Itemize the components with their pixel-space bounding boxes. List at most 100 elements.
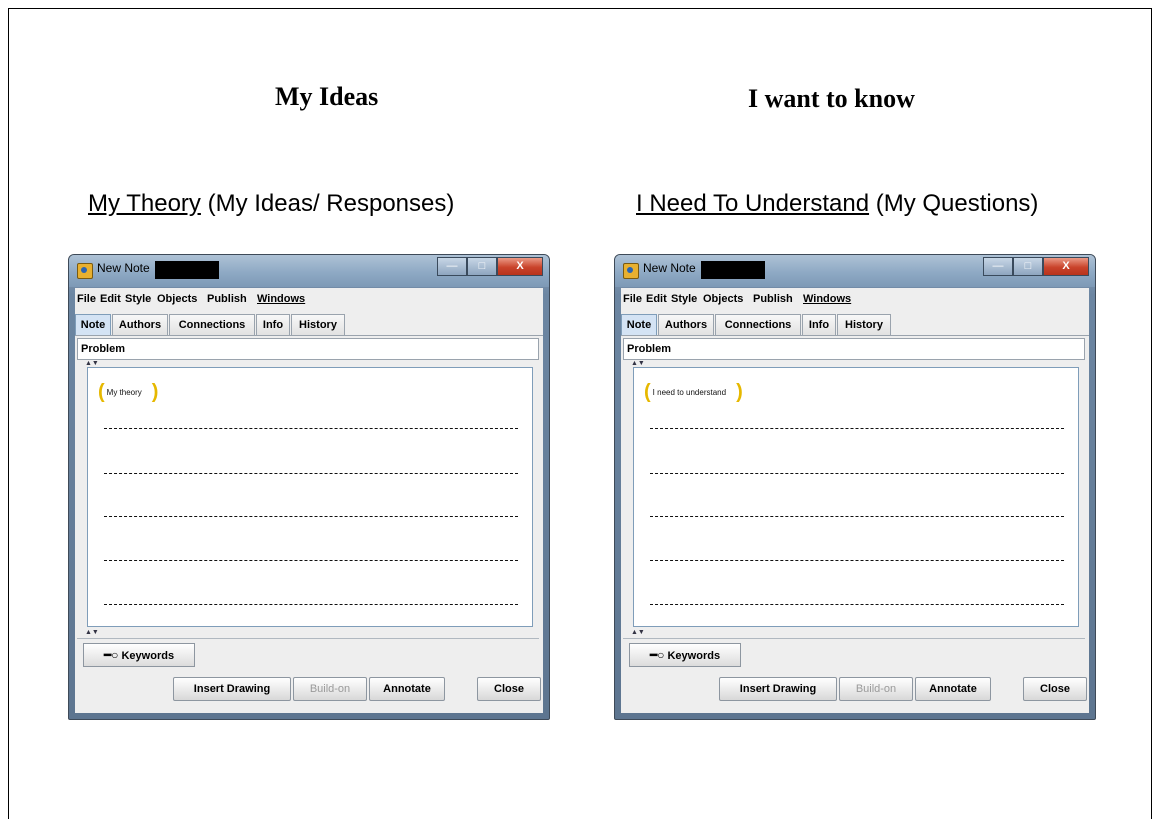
dashed-line (650, 560, 1064, 561)
java-cup-icon (623, 263, 639, 279)
note-window-i-need-to-understand: New Note — □ X File Edit Style Objects P… (614, 254, 1096, 720)
window-controls: — □ X (983, 257, 1089, 277)
insert-drawing-button[interactable]: Insert Drawing (173, 677, 291, 701)
scaffold-close-brace-icon: ) (151, 381, 159, 403)
dashed-line (104, 604, 518, 605)
close-icon[interactable]: X (1043, 257, 1089, 276)
problem-field[interactable]: Problem (77, 338, 539, 360)
heading-my-ideas: My Ideas (275, 82, 379, 111)
minimize-icon[interactable]: — (983, 257, 1013, 276)
problem-label: Problem (627, 343, 672, 355)
dashed-line (650, 604, 1064, 605)
problem-field[interactable]: Problem (623, 338, 1085, 360)
tab-note[interactable]: Note (75, 314, 111, 336)
window-title: New Note (643, 261, 696, 275)
note-body[interactable]: ( I need to understand ) (633, 367, 1079, 627)
dashed-line (104, 516, 518, 517)
window-controls: — □ X (437, 257, 543, 277)
redacted-name (701, 261, 765, 279)
window-client: File Edit Style Objects Publish Windows … (621, 288, 1089, 713)
close-button[interactable]: Close (1023, 677, 1087, 701)
annotate-button[interactable]: Annotate (369, 677, 445, 701)
tab-history[interactable]: History (837, 314, 891, 336)
window-client: File Edit Style Objects Publish Windows … (75, 288, 543, 713)
menu-publish[interactable]: Publish (753, 293, 793, 305)
tab-connections[interactable]: Connections (169, 314, 255, 336)
menu-style[interactable]: Style (671, 293, 697, 305)
menu-objects[interactable]: Objects (703, 293, 743, 305)
maximize-icon[interactable]: □ (467, 257, 497, 276)
build-on-button: Build-on (839, 677, 913, 701)
minimize-icon[interactable]: — (437, 257, 467, 276)
title-bar[interactable]: New Note — □ X (615, 255, 1095, 287)
insert-drawing-button[interactable]: Insert Drawing (719, 677, 837, 701)
keywords-label: Keywords (121, 650, 175, 662)
tab-divider (75, 335, 543, 336)
key-icon: ━○ (649, 648, 665, 662)
menu-windows[interactable]: Windows (257, 293, 305, 305)
java-cup-icon (77, 263, 93, 279)
title-bar[interactable]: New Note — □ X (69, 255, 549, 287)
scaffold-tag[interactable]: ( I need to understand ) (644, 382, 743, 402)
problem-label: Problem (81, 343, 126, 355)
scaffold-label: My theory (106, 387, 142, 397)
subheading-underlined: I Need To Understand (636, 190, 870, 217)
tab-connections[interactable]: Connections (715, 314, 801, 336)
scaffold-tag[interactable]: ( My theory ) (98, 382, 158, 402)
close-icon[interactable]: X (497, 257, 543, 276)
splitter-arrows-icon[interactable]: ▲▼ (631, 629, 645, 636)
tab-note[interactable]: Note (621, 314, 657, 336)
keywords-button[interactable]: ━○ Keywords (629, 643, 741, 667)
menu-edit[interactable]: Edit (646, 293, 667, 305)
heading-i-want-to-know: I want to know (748, 84, 915, 113)
keywords-panel: ━○ Keywords (77, 638, 539, 667)
build-on-button: Build-on (293, 677, 367, 701)
note-window-my-theory: New Note — □ X File Edit Style Objects P… (68, 254, 550, 720)
keywords-label: Keywords (667, 650, 721, 662)
note-body[interactable]: ( My theory ) (87, 367, 533, 627)
menu-objects[interactable]: Objects (157, 293, 197, 305)
subheading-my-theory: My Theory (My Ideas/ Responses) (88, 190, 454, 218)
tab-authors[interactable]: Authors (112, 314, 168, 336)
dashed-line (650, 516, 1064, 517)
tab-authors[interactable]: Authors (658, 314, 714, 336)
menu-windows[interactable]: Windows (803, 293, 851, 305)
scaffold-close-brace-icon: ) (736, 381, 743, 403)
tab-info[interactable]: Info (802, 314, 836, 336)
subheading-rest: (My Questions) (869, 190, 1039, 217)
annotate-button[interactable]: Annotate (915, 677, 991, 701)
tab-history[interactable]: History (291, 314, 345, 336)
scaffold-open-brace-icon: ( (644, 381, 651, 403)
splitter-arrows-icon[interactable]: ▲▼ (85, 360, 99, 367)
dashed-line (650, 428, 1064, 429)
tab-strip: Note Authors Connections Info History (75, 314, 543, 336)
button-row: Insert Drawing Build-on Annotate Close (621, 665, 1089, 713)
dashed-line (104, 473, 518, 474)
menu-edit[interactable]: Edit (100, 293, 121, 305)
scaffold-label: I need to understand (652, 387, 727, 397)
subheading-underlined: My Theory (88, 190, 201, 217)
keywords-button[interactable]: ━○ Keywords (83, 643, 195, 667)
menu-bar: File Edit Style Objects Publish Windows (75, 288, 543, 310)
splitter-arrows-icon[interactable]: ▲▼ (85, 629, 99, 636)
menu-style[interactable]: Style (125, 293, 151, 305)
scaffold-open-brace-icon: ( (98, 381, 105, 403)
tab-strip: Note Authors Connections Info History (621, 314, 1089, 336)
menu-publish[interactable]: Publish (207, 293, 247, 305)
subheading-rest: (My Ideas/ Responses) (200, 190, 455, 217)
redacted-name (155, 261, 219, 279)
key-icon: ━○ (103, 648, 119, 662)
window-title: New Note (97, 261, 150, 275)
tab-divider (621, 335, 1089, 336)
maximize-icon[interactable]: □ (1013, 257, 1043, 276)
tab-info[interactable]: Info (256, 314, 290, 336)
dashed-line (104, 428, 518, 429)
dashed-line (650, 473, 1064, 474)
menu-bar: File Edit Style Objects Publish Windows (621, 288, 1089, 310)
button-row: Insert Drawing Build-on Annotate Close (75, 665, 543, 713)
menu-file[interactable]: File (623, 293, 642, 305)
close-button[interactable]: Close (477, 677, 541, 701)
menu-file[interactable]: File (77, 293, 96, 305)
splitter-arrows-icon[interactable]: ▲▼ (631, 360, 645, 367)
dashed-line (104, 560, 518, 561)
